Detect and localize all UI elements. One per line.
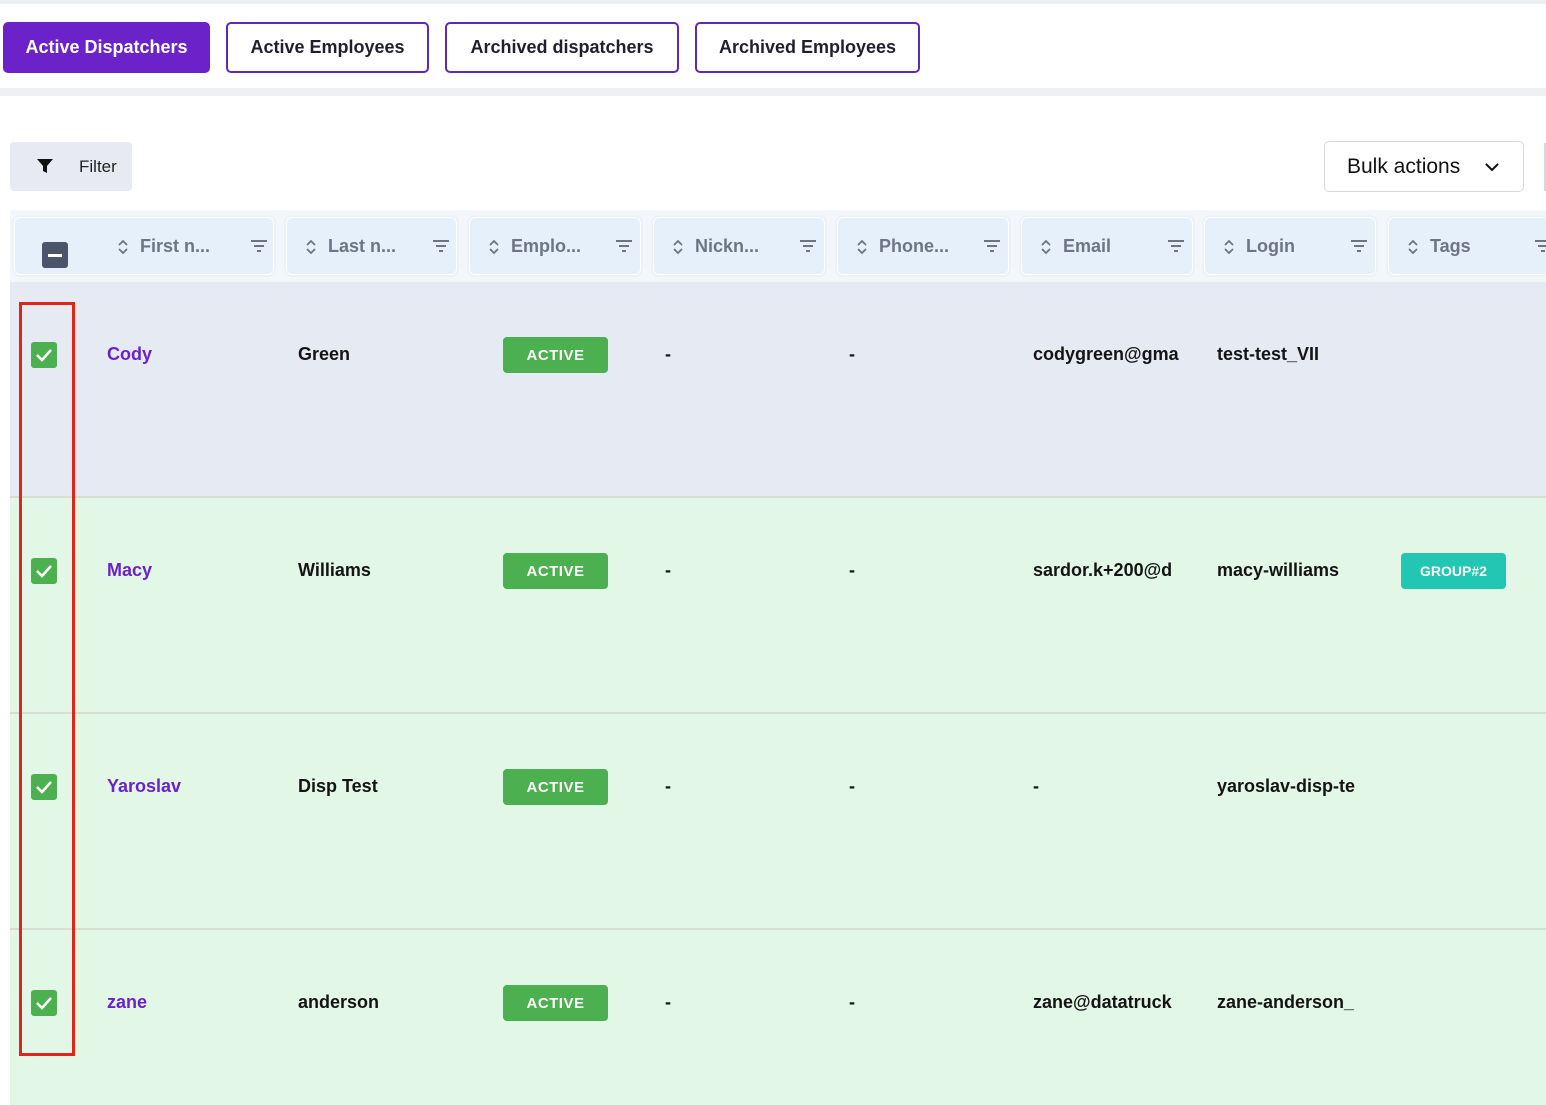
column-label-last-name: Last n... [328, 236, 397, 256]
table-row[interactable]: Macy Williams ACTIVE - - sardor.k+200@d … [10, 498, 1546, 714]
phone-cell: - [849, 560, 855, 580]
phone-cell: - [849, 344, 855, 364]
email-cell: sardor.k+200@d [1033, 560, 1173, 580]
table-header-row: First n... Last n... Emplo... Nickn... P… [10, 210, 1546, 282]
top-tab-bar: Active Dispatchers Active Employees Arch… [0, 0, 1546, 96]
chevron-down-icon [1485, 163, 1499, 172]
row-checkbox[interactable] [31, 990, 57, 1016]
sort-icon[interactable] [116, 237, 130, 257]
column-header-last-name[interactable]: Last n... [284, 215, 459, 277]
filter-button[interactable]: Filter [10, 142, 132, 191]
column-filter-icon[interactable] [1534, 239, 1546, 253]
filter-funnel-icon [37, 159, 53, 173]
column-label-nickname: Nickn... [695, 236, 760, 256]
sort-icon[interactable] [1039, 237, 1053, 257]
login-cell: test-test_VII [1217, 344, 1320, 364]
sort-icon[interactable] [1406, 237, 1420, 257]
column-header-login[interactable]: Login [1202, 215, 1378, 277]
column-header-employment-status[interactable]: Emplo... [467, 215, 643, 277]
row-checkbox[interactable] [31, 558, 57, 584]
table-row[interactable]: Cody Green ACTIVE - - codygreen@gma test… [10, 282, 1546, 498]
column-filter-icon[interactable] [432, 239, 450, 253]
column-header-nickname[interactable]: Nickn... [651, 215, 827, 277]
column-filter-icon[interactable] [1350, 239, 1368, 253]
column-header-tags[interactable]: Tags [1386, 215, 1546, 277]
column-filter-icon[interactable] [799, 239, 817, 253]
dispatchers-table: First n... Last n... Emplo... Nickn... P… [10, 210, 1546, 1105]
column-filter-icon[interactable] [1167, 239, 1185, 253]
first-name-link[interactable]: Cody [107, 344, 152, 365]
login-cell: macy-williams [1217, 560, 1340, 580]
column-header-first-name[interactable]: First n... [12, 215, 276, 277]
column-filter-icon[interactable] [983, 239, 1001, 253]
sort-icon[interactable] [1222, 237, 1236, 257]
status-badge: ACTIVE [503, 553, 608, 589]
column-label-phone: Phone... [879, 236, 950, 256]
email-cell: - [1033, 776, 1039, 796]
nickname-cell: - [665, 344, 671, 364]
email-cell: codygreen@gma [1033, 344, 1179, 364]
checkmark-icon [36, 349, 52, 362]
column-header-email[interactable]: Email [1019, 215, 1195, 277]
status-badge: ACTIVE [503, 337, 608, 373]
filter-label: Filter [79, 157, 117, 176]
table-row[interactable]: Yaroslav Disp Test ACTIVE - - - yaroslav… [10, 714, 1546, 930]
column-label-email: Email [1063, 236, 1112, 256]
column-label-first-name: First n... [140, 236, 211, 256]
email-cell: zane@datatruck [1033, 992, 1172, 1012]
first-name-link[interactable]: zane [107, 992, 147, 1013]
tab-active-employees[interactable]: Active Employees [226, 22, 429, 73]
table-row[interactable]: zane anderson ACTIVE - - zane@datatruck … [10, 930, 1546, 1105]
row-checkbox[interactable] [31, 342, 57, 368]
column-filter-icon[interactable] [615, 239, 633, 253]
phone-cell: - [849, 776, 855, 796]
first-name-link[interactable]: Yaroslav [107, 776, 181, 797]
status-badge: ACTIVE [503, 985, 608, 1021]
sort-icon[interactable] [304, 237, 318, 257]
sort-icon[interactable] [855, 237, 869, 257]
first-name-link[interactable]: Macy [107, 560, 152, 581]
row-checkbox[interactable] [31, 774, 57, 800]
column-label-tags: Tags [1430, 236, 1471, 256]
tag-badge[interactable]: GROUP#2 [1401, 553, 1506, 589]
sort-icon[interactable] [487, 237, 501, 257]
last-name-cell: Green [298, 344, 351, 364]
nickname-cell: - [665, 992, 671, 1012]
bulk-actions-dropdown[interactable]: Bulk actions [1324, 141, 1524, 192]
last-name-cell: anderson [298, 992, 380, 1012]
login-cell: zane-anderson_ [1217, 992, 1355, 1012]
tab-archived-dispatchers[interactable]: Archived dispatchers [445, 22, 679, 73]
checkmark-icon [36, 565, 52, 578]
status-badge: ACTIVE [503, 769, 608, 805]
column-filter-icon[interactable] [250, 239, 268, 253]
tab-active-dispatchers[interactable]: Active Dispatchers [3, 22, 210, 73]
nickname-cell: - [665, 560, 671, 580]
select-all-checkbox[interactable] [42, 242, 68, 268]
column-header-phone[interactable]: Phone... [835, 215, 1011, 277]
sort-icon[interactable] [671, 237, 685, 257]
nickname-cell: - [665, 776, 671, 796]
checkmark-icon [36, 997, 52, 1010]
phone-cell: - [849, 992, 855, 1012]
column-label-login: Login [1246, 236, 1295, 256]
login-cell: yaroslav-disp-te [1217, 776, 1356, 796]
bulk-actions-label: Bulk actions [1347, 155, 1461, 178]
last-name-cell: Disp Test [298, 776, 378, 796]
tab-archived-employees[interactable]: Archived Employees [695, 22, 920, 73]
checkmark-icon [36, 781, 52, 794]
last-name-cell: Williams [298, 560, 371, 580]
column-label-employment-status: Emplo... [511, 236, 582, 256]
